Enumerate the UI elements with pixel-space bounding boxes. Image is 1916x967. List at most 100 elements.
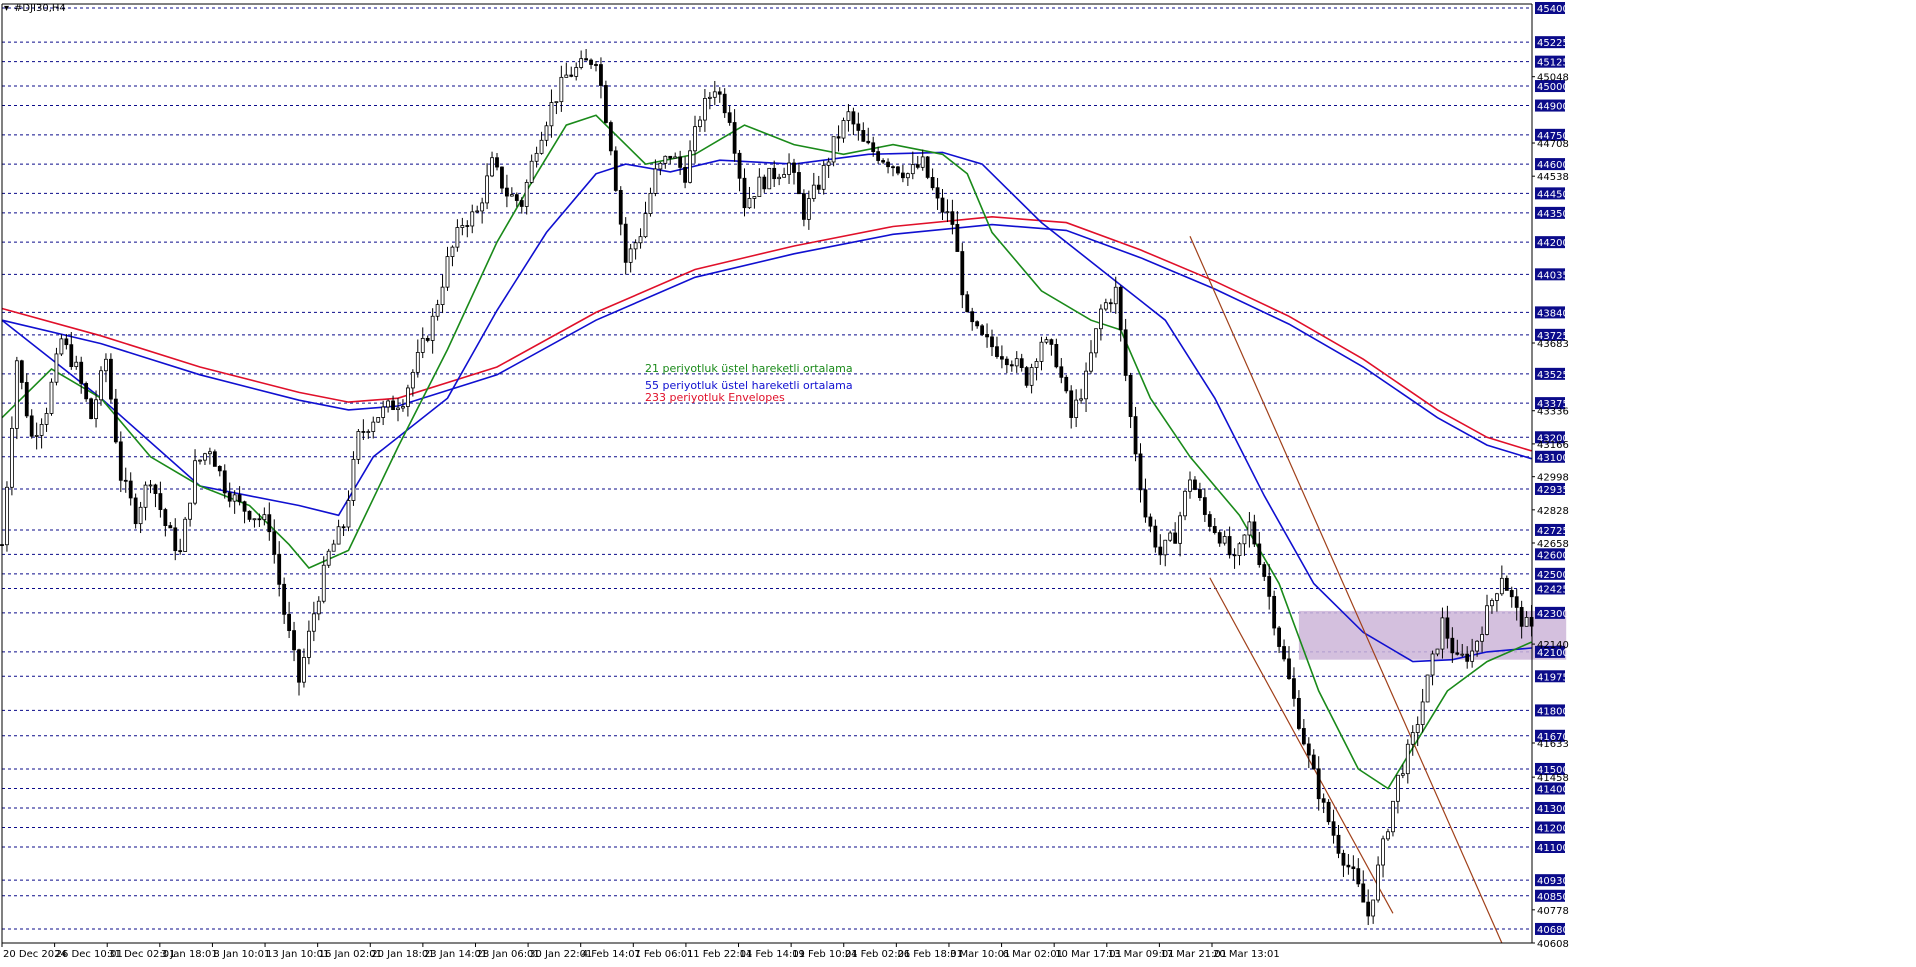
dropdown-arrow-icon[interactable]: ▾ — [4, 3, 9, 14]
candle-bear — [861, 130, 866, 142]
candle-bear — [599, 64, 603, 86]
candle-bull — [653, 168, 658, 194]
candle-bear — [960, 251, 965, 296]
candle-bear — [217, 466, 222, 472]
price-tick-label: 41458 — [1537, 773, 1569, 784]
price-tag-label: 42600 — [1537, 550, 1569, 561]
candle-bear — [1173, 532, 1178, 544]
candle-bull — [1163, 539, 1168, 556]
candle-bull — [910, 164, 915, 175]
candle-bear — [1356, 868, 1361, 885]
candle-bear — [1158, 546, 1163, 556]
candle-bull — [336, 526, 341, 545]
candle-bear — [955, 224, 960, 252]
candle-bear — [886, 161, 890, 168]
candle-bear — [123, 479, 128, 482]
candle-bull — [262, 514, 267, 521]
candle-bull — [420, 337, 425, 353]
candle-bear — [1272, 595, 1277, 629]
candle-bull — [415, 352, 420, 373]
candle-bull — [371, 421, 376, 432]
price-tag-label: 44450 — [1537, 189, 1569, 200]
price-tag-label: 45125 — [1537, 58, 1569, 69]
candle-bear — [866, 140, 871, 144]
candle-bull — [1371, 899, 1376, 917]
candle-bull — [450, 246, 455, 257]
candle-bull — [534, 152, 539, 162]
symbol-header[interactable]: ▾ #DJI30,H4 — [4, 3, 66, 14]
candle-bull — [316, 600, 321, 615]
price-tag-label: 42425 — [1537, 584, 1569, 595]
candle-bear — [227, 492, 232, 502]
candle-bear — [569, 74, 574, 77]
candle-bull — [1183, 490, 1187, 517]
candle-bear — [742, 177, 747, 209]
candle-bear — [1024, 367, 1029, 386]
candle-bear — [19, 360, 24, 383]
candle-bear — [1202, 497, 1207, 515]
candle-bull — [1247, 521, 1252, 536]
candle-bear — [1004, 358, 1009, 366]
candle-bear — [935, 187, 940, 199]
chart-canvas[interactable]: 4540045225451254500044900447504460044450… — [0, 0, 1916, 963]
candle-bear — [168, 525, 173, 529]
price-tick-label: 45048 — [1537, 73, 1569, 84]
candle-bull — [648, 193, 653, 214]
candle-bear — [851, 111, 856, 125]
candle-bull — [188, 502, 193, 520]
candle-bull — [193, 460, 197, 504]
candle-bear — [282, 583, 287, 615]
candle-bear — [727, 112, 732, 123]
time-label: 4 Feb 14:01 — [582, 949, 641, 960]
trend-channel-lines[interactable] — [1189, 236, 1503, 944]
candle-bear — [722, 93, 727, 114]
candle-bear — [1341, 852, 1346, 866]
candle-bear — [930, 177, 935, 189]
candle-bull — [148, 484, 153, 487]
candle-bear — [272, 531, 277, 555]
candle-bull — [99, 370, 103, 401]
price-tick-label: 41633 — [1537, 739, 1569, 750]
candle-bear — [1198, 489, 1202, 499]
candle-bull — [579, 58, 584, 68]
candle-bear — [1509, 590, 1514, 598]
candle-bull — [1415, 724, 1420, 733]
candle-bear — [1227, 536, 1232, 556]
candle-bear — [604, 85, 608, 123]
candle-bull — [39, 424, 44, 436]
candle-bull — [366, 431, 371, 433]
candle-bull — [905, 173, 910, 179]
candle-bear — [237, 494, 242, 503]
price-tag-label: 44200 — [1537, 238, 1569, 249]
candle-bull — [1396, 774, 1400, 802]
candle-bull — [1376, 864, 1380, 901]
price-tick-label: 43166 — [1537, 440, 1569, 451]
candle-bear — [153, 484, 158, 494]
candle-bull — [252, 518, 257, 521]
candle-bull — [326, 550, 331, 566]
price-tag-label: 41300 — [1537, 804, 1569, 815]
candle-bull — [386, 400, 391, 408]
candle-bull — [1405, 743, 1410, 775]
candle-bull — [1480, 634, 1484, 642]
candle-bull — [554, 101, 559, 104]
grid-lines — [2, 7, 1532, 930]
candle-bull — [1499, 577, 1504, 595]
candle-bear — [836, 136, 841, 139]
candle-bull — [1485, 605, 1489, 635]
candle-bear — [391, 400, 395, 410]
candle-bear — [1019, 358, 1024, 368]
price-tag-label: 41100 — [1537, 843, 1569, 854]
envelope-233-lines — [1, 215, 1532, 460]
candle-bear — [1321, 798, 1326, 803]
price-tick-label: 40608 — [1537, 939, 1569, 950]
candle-bull — [1420, 701, 1425, 725]
candle-bear — [1450, 637, 1455, 654]
candle-bull — [529, 160, 534, 183]
price-tick-label: 43683 — [1537, 339, 1569, 350]
price-chart[interactable]: 45400 45225 45125 45000 44900 44750 44600 44450… — [0, 0, 1916, 963]
candle-bear — [668, 155, 673, 159]
candle-bear — [133, 497, 138, 525]
candle-bull — [524, 181, 529, 207]
candle-bull — [1089, 352, 1093, 372]
